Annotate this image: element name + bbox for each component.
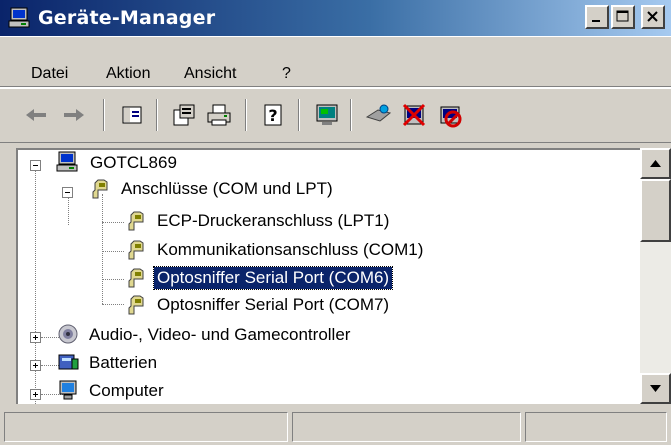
scan-hardware-icon[interactable] [364, 101, 392, 129]
status-pane [292, 412, 521, 442]
tree-line [102, 279, 124, 280]
back-arrow-icon[interactable] [22, 101, 50, 129]
expand-toggle[interactable] [30, 332, 41, 343]
menu-help[interactable]: ? [282, 65, 291, 83]
tree-item-label: Kommunikationsanschluss (COM1) [157, 240, 424, 259]
minimize-button[interactable] [585, 5, 609, 29]
show-hide-tree-icon[interactable] [118, 101, 146, 129]
computer-icon [56, 378, 80, 402]
battery-icon [56, 350, 80, 374]
tree-category-audio-label: Audio-, Video- und Gamecontroller [89, 325, 351, 344]
print-icon[interactable] [205, 101, 233, 129]
status-bar [0, 408, 671, 445]
toolbar-separator [245, 99, 247, 131]
title-bar[interactable]: Geräte-Manager [0, 0, 671, 36]
tree-line [102, 222, 124, 223]
disable-icon[interactable] [436, 101, 464, 129]
tree-line [102, 304, 124, 305]
tree-root-label: GOTCL869 [90, 153, 177, 172]
tree-category-batteries-label: Batterien [89, 353, 158, 372]
menu-bar: Datei Aktion Ansicht ? [0, 36, 671, 87]
tree-item-label: Optosniffer Serial Port (COM7) [157, 295, 390, 314]
uninstall-icon[interactable] [400, 101, 428, 129]
scroll-thumb[interactable] [640, 179, 671, 242]
toolbar: ? [0, 88, 671, 143]
status-pane [4, 412, 288, 442]
port-connector-icon [124, 292, 148, 316]
monitor-icon[interactable] [313, 101, 341, 129]
toolbar-separator [298, 99, 300, 131]
tree-line [102, 194, 103, 304]
scroll-down-button[interactable] [640, 373, 671, 404]
device-manager-icon [8, 7, 32, 29]
port-connector-icon [124, 237, 148, 261]
status-pane [525, 412, 667, 442]
collapse-toggle[interactable] [62, 187, 73, 198]
tree-item-label: Optosniffer Serial Port (COM6) [152, 266, 394, 290]
properties-icon[interactable] [170, 101, 198, 129]
tree-category-computer-label: Computer [89, 381, 164, 400]
menu-ansicht[interactable]: Ansicht [184, 65, 236, 83]
tree-category-ports-label: Anschlüsse (COM und LPT) [121, 179, 333, 198]
vertical-scrollbar[interactable] [640, 148, 671, 404]
tree-line [102, 251, 124, 252]
svg-text:?: ? [268, 106, 277, 125]
device-tree[interactable]: GOTCL869 Anschlüsse (COM und LPT) ECP-Dr… [16, 148, 640, 404]
port-connector-icon [124, 265, 148, 289]
menu-datei[interactable]: Datei [31, 65, 68, 83]
help-icon[interactable]: ? [259, 101, 287, 129]
tree-item-label: ECP-Druckeranschluss (LPT1) [157, 211, 390, 230]
window-title: Geräte-Manager [38, 7, 216, 29]
expand-toggle[interactable] [30, 360, 41, 371]
port-connector-icon [88, 176, 112, 200]
speaker-icon [56, 322, 80, 346]
toolbar-separator [156, 99, 158, 131]
port-connector-icon [124, 208, 148, 232]
collapse-toggle[interactable] [30, 160, 41, 171]
forward-arrow-icon[interactable] [60, 101, 88, 129]
close-button[interactable] [641, 5, 665, 29]
toolbar-separator [350, 99, 352, 131]
maximize-button[interactable] [611, 5, 635, 29]
toolbar-separator [103, 99, 105, 131]
scroll-up-button[interactable] [640, 148, 671, 179]
expand-toggle[interactable] [30, 389, 41, 400]
tree-line [68, 195, 69, 225]
computer-icon [56, 150, 80, 174]
menu-aktion[interactable]: Aktion [106, 65, 150, 83]
